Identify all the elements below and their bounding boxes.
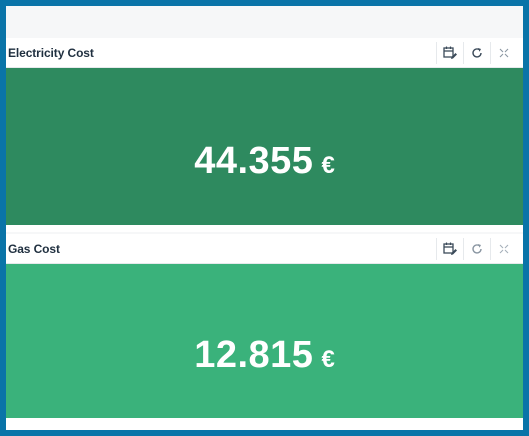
expand-icon: [499, 244, 509, 254]
expand-button[interactable]: [490, 237, 517, 260]
kpi-value: 12.815: [194, 333, 314, 376]
expand-button[interactable]: [490, 41, 517, 64]
gas-cost-widget: Gas Cost 12.815 €: [6, 234, 523, 430]
kpi-display: 44.355 €: [194, 140, 335, 183]
widget-toolbar: [436, 237, 517, 260]
kpi-body: 44.355 €: [6, 68, 523, 225]
widget-toolbar: [436, 41, 517, 64]
calendar-edit-icon: [443, 242, 457, 256]
kpi-display: 12.815 €: [194, 334, 335, 377]
widget-header: Gas Cost: [6, 234, 523, 264]
kpi-unit: €: [321, 345, 335, 373]
widget-title: Electricity Cost: [8, 45, 94, 60]
kpi-unit: €: [321, 152, 335, 179]
dashboard-frame: Electricity Cost 44.355 € Gas Cost 12.81…: [0, 0, 529, 436]
kpi-value: 44.355: [194, 140, 314, 182]
calendar-edit-button[interactable]: [436, 237, 463, 260]
next-widget-edge: [6, 424, 523, 430]
kpi-body: 12.815 €: [6, 264, 523, 418]
calendar-edit-icon: [443, 46, 457, 60]
expand-icon: [499, 48, 509, 58]
widget-title: Gas Cost: [8, 241, 60, 256]
refresh-button[interactable]: [463, 41, 490, 64]
refresh-button[interactable]: [463, 237, 490, 260]
widget-header: Electricity Cost: [6, 38, 523, 68]
refresh-icon: [471, 47, 483, 59]
refresh-icon: [471, 243, 483, 255]
calendar-edit-button[interactable]: [436, 41, 463, 64]
electricity-cost-widget: Electricity Cost 44.355 €: [6, 38, 523, 232]
